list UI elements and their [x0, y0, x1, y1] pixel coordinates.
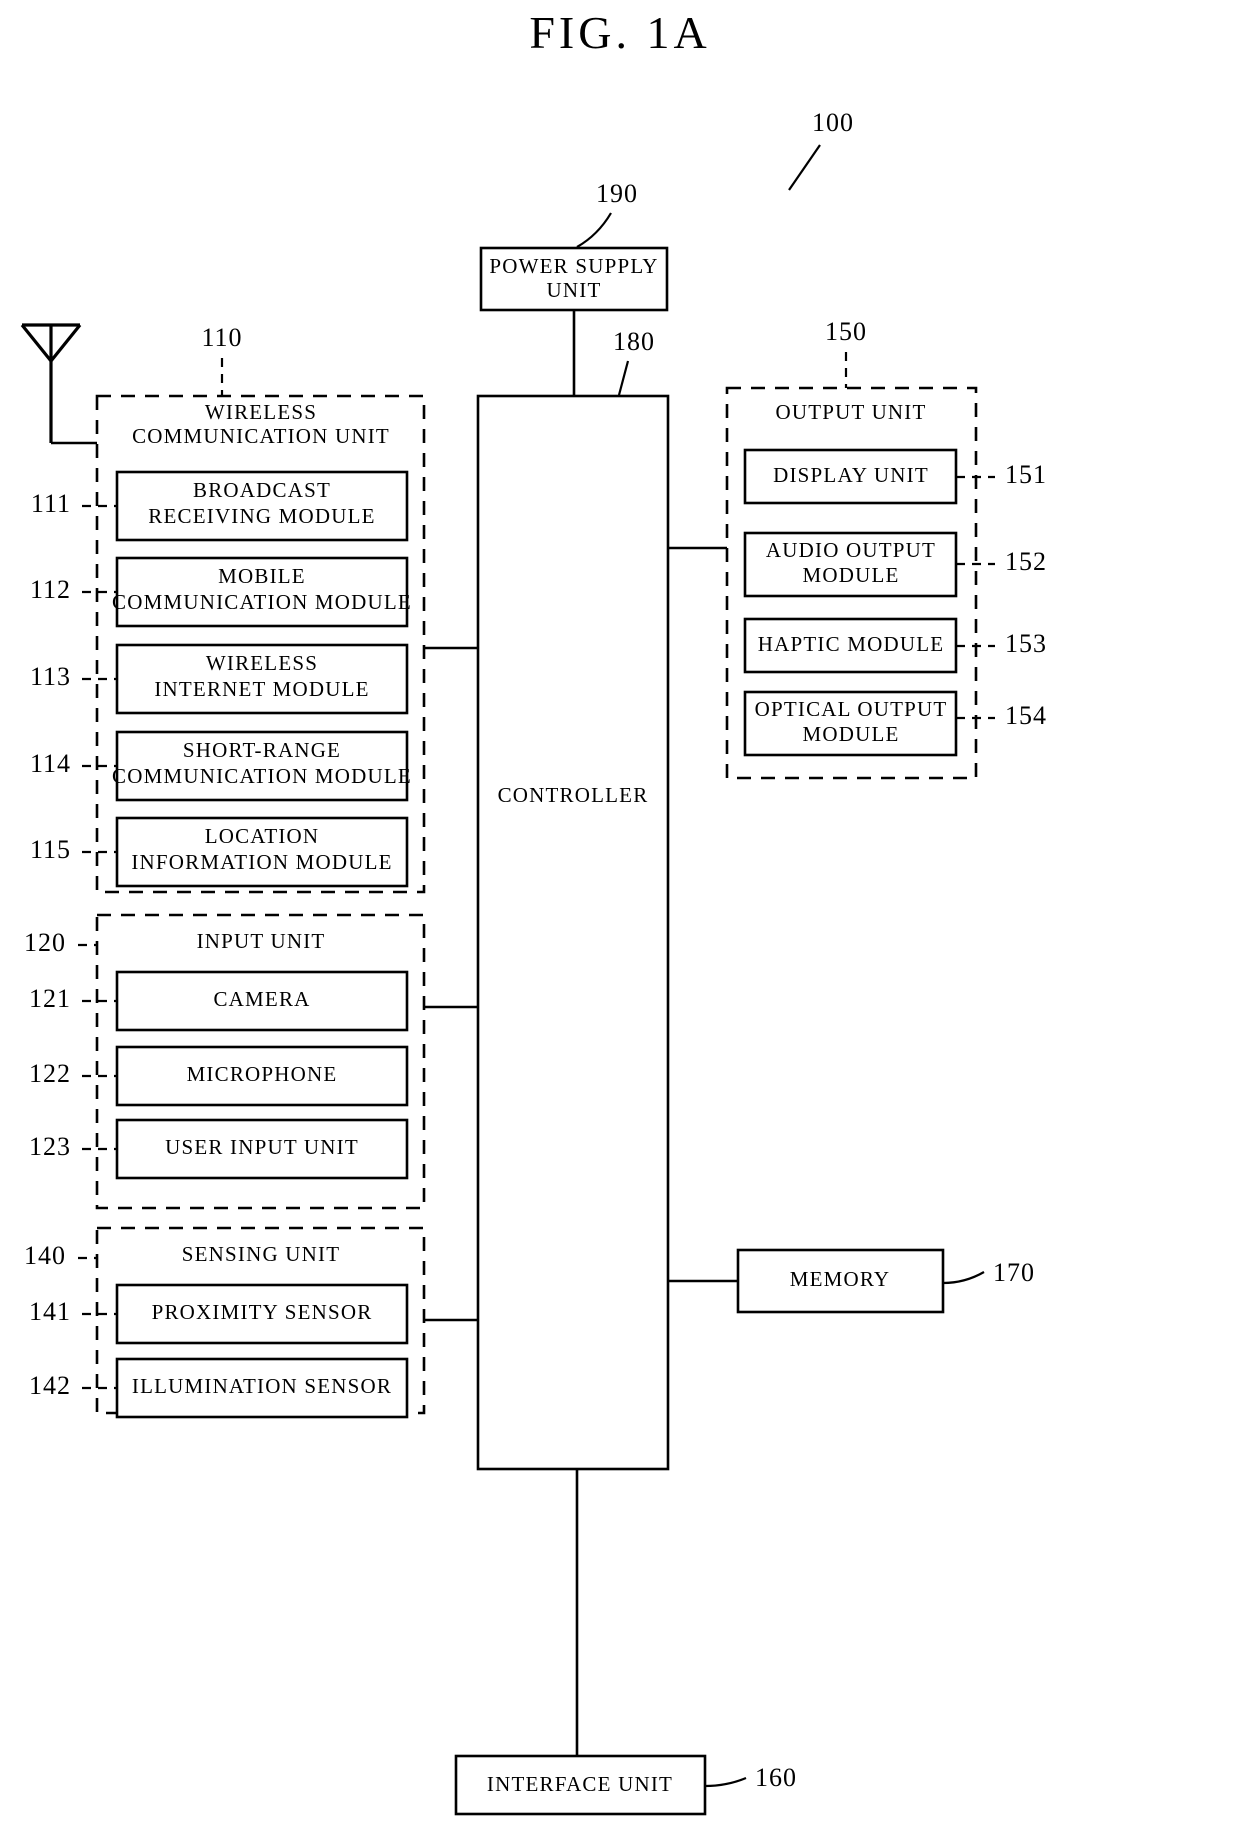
microphone-label: MICROPHONE [187, 1062, 338, 1086]
ref-121: 121 [29, 984, 71, 1013]
haptic-module-label: HAPTIC MODULE [758, 632, 945, 656]
wireless-internet-module-label-line2: INTERNET MODULE [154, 677, 369, 701]
wireless-internet-module-label-line1: WIRELESS [206, 651, 318, 675]
ref-152: 152 [1005, 547, 1047, 576]
short-range-communication-module-label-line2: COMMUNICATION MODULE [112, 764, 412, 788]
ref-115: 115 [30, 835, 71, 864]
ref-141: 141 [29, 1297, 71, 1326]
optical-output-module-label-line2: MODULE [802, 722, 899, 746]
antenna-symbol [20, 323, 82, 443]
ref-140: 140 [24, 1241, 66, 1270]
wireless-communication-unit-group: WIRELESS COMMUNICATION UNIT BROADCAST RE… [30, 394, 426, 894]
audio-output-module-label-line2: MODULE [802, 563, 899, 587]
sensing-unit-label: SENSING UNIT [182, 1242, 340, 1266]
ref-160-leader [704, 1776, 747, 1788]
mobile-communication-module-label-line1: MOBILE [218, 564, 306, 588]
ref-170: 170 [993, 1258, 1035, 1287]
short-range-communication-module-label-line1: SHORT-RANGE [183, 738, 341, 762]
ref-111: 111 [31, 489, 71, 518]
power-supply-unit-label-line1: POWER SUPPLY [489, 254, 658, 278]
memory-label: MEMORY [790, 1267, 891, 1291]
ref-180: 180 [613, 327, 655, 356]
ref-120: 120 [24, 928, 66, 957]
interface-unit-label: INTERFACE UNIT [487, 1772, 673, 1796]
location-information-module-label-line2: INFORMATION MODULE [131, 850, 392, 874]
ref-150: 150 [825, 317, 867, 346]
location-information-module-label-line1: LOCATION [205, 824, 320, 848]
ref-180-leader [617, 360, 630, 396]
power-supply-unit-block: POWER SUPPLY UNIT [479, 246, 669, 312]
ref-142: 142 [29, 1371, 71, 1400]
mobile-communication-module-label-line2: COMMUNICATION MODULE [112, 590, 412, 614]
ref-151: 151 [1005, 460, 1047, 489]
ref-112: 112 [30, 575, 71, 604]
optical-output-module-label-line1: OPTICAL OUTPUT [755, 697, 948, 721]
ref-153: 153 [1005, 629, 1047, 658]
ref-190-leader [576, 212, 612, 248]
sensing-unit-group: SENSING UNIT PROXIMITY SENSOR 141 ILLUMI… [29, 1226, 426, 1419]
display-unit-label: DISPLAY UNIT [773, 463, 929, 487]
controller-block: CONTROLLER [476, 394, 670, 1471]
controller-label: CONTROLLER [498, 783, 649, 807]
ref-100-leader [788, 144, 821, 191]
ref-122: 122 [29, 1059, 71, 1088]
memory-block: MEMORY [736, 1248, 945, 1314]
output-unit-group: OUTPUT UNIT DISPLAY UNIT 151 AUDIO OUTPU… [725, 386, 1047, 780]
output-unit-label: OUTPUT UNIT [775, 400, 926, 424]
input-unit-group: INPUT UNIT CAMERA 121 MICROPHONE 122 USE… [29, 913, 426, 1210]
interface-unit-block: INTERFACE UNIT [454, 1754, 707, 1816]
ref-154: 154 [1005, 701, 1047, 730]
audio-output-module-label-line1: AUDIO OUTPUT [766, 538, 936, 562]
wireless-communication-unit-label-line1: WIRELESS [205, 400, 317, 424]
camera-label: CAMERA [213, 987, 310, 1011]
wireless-communication-unit-label-line2: COMMUNICATION UNIT [132, 424, 390, 448]
illumination-sensor-label: ILLUMINATION SENSOR [132, 1374, 392, 1398]
user-input-unit-label: USER INPUT UNIT [165, 1135, 359, 1159]
block-diagram: POWER SUPPLY UNIT 190 100 CONTROLLER 180… [20, 108, 1047, 1816]
patent-figure-page: FIG. 1A POWER SUPPLY UNIT 190 100 CONTRO… [0, 0, 1240, 1843]
ref-170-leader [942, 1271, 985, 1285]
broadcast-receiving-module-label-line1: BROADCAST [193, 478, 331, 502]
proximity-sensor-label: PROXIMITY SENSOR [152, 1300, 373, 1324]
ref-113: 113 [30, 662, 71, 691]
power-supply-unit-label-line2: UNIT [547, 278, 602, 302]
ref-100: 100 [812, 108, 854, 137]
ref-110: 110 [201, 323, 242, 352]
input-unit-label: INPUT UNIT [197, 929, 326, 953]
ref-160: 160 [755, 1763, 797, 1792]
ref-114: 114 [30, 749, 71, 778]
ref-123: 123 [29, 1132, 71, 1161]
ref-190: 190 [596, 179, 638, 208]
broadcast-receiving-module-label-line2: RECEIVING MODULE [148, 504, 375, 528]
